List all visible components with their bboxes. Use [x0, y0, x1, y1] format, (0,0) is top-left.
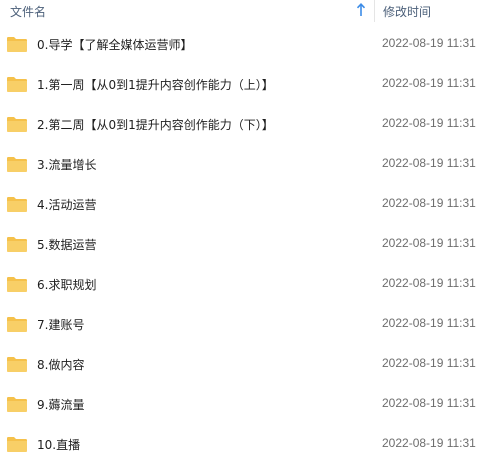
modified-time: 2022-08-19 11:31 [382, 116, 476, 130]
column-header-date-label: 修改时间 [383, 5, 432, 19]
folder-icon [6, 316, 28, 332]
file-name: 6.求职规划 [37, 278, 97, 292]
list-item[interactable]: 2.第二周【从0到1提升内容创作能力（下）】 2022-08-19 11:31 [0, 104, 500, 144]
file-list: 0.导学【了解全媒体运营师】 2022-08-19 11:31 1.第一周【从0到1… [0, 24, 500, 464]
folder-icon [6, 436, 28, 452]
folder-icon [6, 76, 28, 92]
file-name: 0.导学【了解全媒体运营师】 [37, 38, 193, 52]
file-name: 8.做内容 [37, 358, 85, 372]
modified-time: 2022-08-19 11:31 [382, 156, 476, 170]
file-name: 1.第一周【从0到1提升内容创作能力（上）】 [37, 78, 274, 92]
modified-time: 2022-08-19 11:31 [382, 316, 476, 330]
folder-icon [6, 116, 28, 132]
list-item[interactable]: 10.直播 2022-08-19 11:31 [0, 424, 500, 464]
file-name: 2.第二周【从0到1提升内容创作能力（下）】 [37, 118, 274, 132]
file-name: 7.建账号 [37, 318, 85, 332]
file-name: 3.流量增长 [37, 158, 97, 172]
modified-time: 2022-08-19 11:31 [382, 436, 476, 450]
column-header-name[interactable]: 文件名 [0, 0, 374, 22]
list-item[interactable]: 8.做内容 2022-08-19 11:31 [0, 344, 500, 384]
modified-time: 2022-08-19 11:31 [382, 236, 476, 250]
folder-icon [6, 36, 28, 52]
modified-time: 2022-08-19 11:31 [382, 76, 476, 90]
file-name: 4.活动运营 [37, 198, 97, 212]
file-name: 9.薅流量 [37, 398, 85, 412]
arrow-up-icon[interactable] [356, 2, 366, 18]
file-name: 10.直播 [37, 438, 81, 452]
modified-time: 2022-08-19 11:31 [382, 276, 476, 290]
folder-icon [6, 276, 28, 292]
folder-icon [6, 356, 28, 372]
list-item[interactable]: 4.活动运营 2022-08-19 11:31 [0, 184, 500, 224]
modified-time: 2022-08-19 11:31 [382, 356, 476, 370]
column-header-date[interactable]: 修改时间 [375, 0, 500, 22]
list-item[interactable]: 3.流量增长 2022-08-19 11:31 [0, 144, 500, 184]
list-item[interactable]: 1.第一周【从0到1提升内容创作能力（上）】 2022-08-19 11:31 [0, 64, 500, 104]
file-name: 5.数据运营 [37, 238, 97, 252]
list-item[interactable]: 7.建账号 2022-08-19 11:31 [0, 304, 500, 344]
list-item[interactable]: 5.数据运营 2022-08-19 11:31 [0, 224, 500, 264]
list-item[interactable]: 0.导学【了解全媒体运营师】 2022-08-19 11:31 [0, 24, 500, 64]
folder-icon [6, 156, 28, 172]
modified-time: 2022-08-19 11:31 [382, 396, 476, 410]
folder-icon [6, 196, 28, 212]
folder-icon [6, 396, 28, 412]
list-item[interactable]: 9.薅流量 2022-08-19 11:31 [0, 384, 500, 424]
modified-time: 2022-08-19 11:31 [382, 196, 476, 210]
list-item[interactable]: 6.求职规划 2022-08-19 11:31 [0, 264, 500, 304]
column-header: 文件名 修改时间 [0, 0, 500, 22]
modified-time: 2022-08-19 11:31 [382, 36, 476, 50]
column-header-name-label: 文件名 [10, 5, 47, 19]
file-list-window: 文件名 修改时间 0.导学【了解全媒体运营师】 2022-08-19 11:31 1… [0, 0, 500, 471]
folder-icon [6, 236, 28, 252]
